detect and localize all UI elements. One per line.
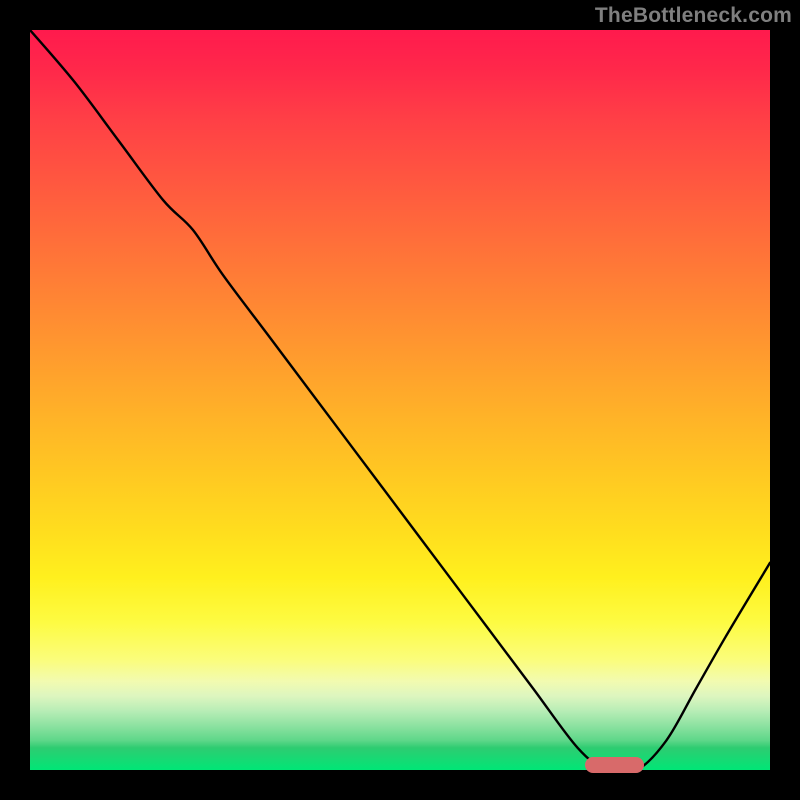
watermark-text: TheBottleneck.com (595, 4, 792, 28)
optimal-range-marker (585, 757, 644, 773)
plot-area (30, 30, 770, 770)
chart-container: TheBottleneck.com (0, 0, 800, 800)
bottleneck-curve (30, 30, 770, 770)
